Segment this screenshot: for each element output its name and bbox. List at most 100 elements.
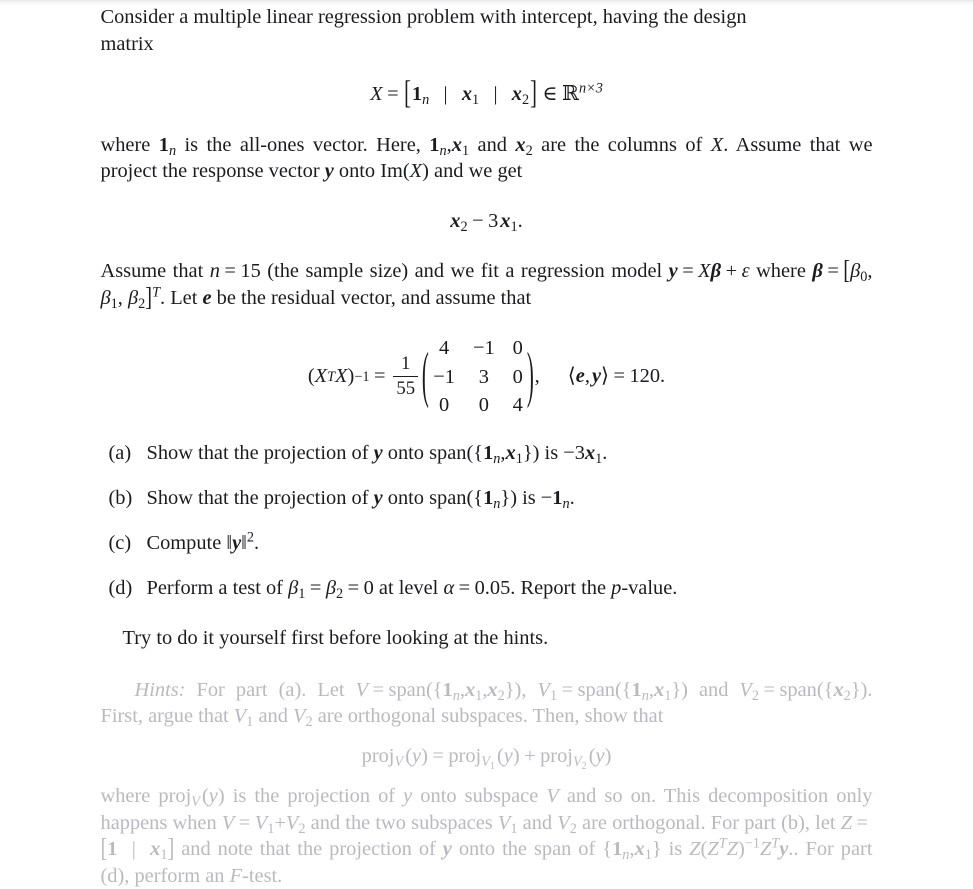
eq2-coef: 3 bbox=[488, 209, 499, 232]
p3-X: X bbox=[698, 260, 711, 282]
hc-bracket-close: ] bbox=[167, 834, 175, 864]
intro-line-1: Consider a multiple linear regression pr… bbox=[100, 6, 747, 28]
proj-sub-V1-base: V bbox=[481, 753, 490, 770]
hc-seg4: onto subspace bbox=[412, 785, 547, 808]
p3-bracket-close: ] bbox=[145, 283, 153, 312]
hc-plus: + bbox=[274, 811, 286, 834]
bracket-close: ] bbox=[530, 76, 537, 111]
fraction-one-over-55: 1 55 bbox=[393, 354, 419, 399]
hints-x1: x bbox=[464, 678, 476, 701]
proj-open-1: ( bbox=[405, 744, 413, 767]
item-d-beta2: β bbox=[325, 576, 336, 599]
hints-eq1: = bbox=[372, 678, 385, 701]
hc-one: 1 bbox=[107, 838, 118, 861]
item-c-seg1: Compute ‖ bbox=[146, 531, 233, 554]
inner-period: . bbox=[660, 365, 666, 388]
matrix-3x3: 4 −1 0 −1 3 0 0 0 4 bbox=[433, 335, 523, 419]
item-a-x-sub: 1 bbox=[515, 450, 523, 467]
hc-V-b: V bbox=[221, 811, 235, 834]
p2-seg6: onto Im( bbox=[333, 160, 410, 182]
hc-ones: 1 bbox=[612, 838, 623, 861]
hc-V: V bbox=[546, 785, 559, 808]
p3-seg4: . Let bbox=[160, 286, 203, 309]
p3-epsilon: ε bbox=[741, 260, 750, 282]
hc-Z5: Z bbox=[759, 838, 772, 861]
hints-label: Hints: bbox=[134, 678, 186, 701]
proj-close-3: ) bbox=[604, 744, 612, 767]
matrix-cell-r1c1: 4 bbox=[439, 337, 450, 359]
hints-closing-paragraph: where projV(y) is the projection of y on… bbox=[100, 785, 873, 887]
document-page: Consider a multiple linear regression pr… bbox=[0, 0, 973, 889]
hints-x2b: x bbox=[833, 678, 844, 701]
list-item-b: (b) Show that the projection of y onto sp… bbox=[101, 485, 873, 511]
hints-span-1: span bbox=[388, 678, 426, 701]
hc-y1: y bbox=[208, 785, 218, 808]
hints-open-1: ({ bbox=[425, 678, 443, 701]
p3-seg5: be the residual vector, and assume that bbox=[211, 286, 532, 309]
hints-close-2: }) bbox=[671, 678, 688, 701]
p2-x1: x bbox=[451, 133, 462, 156]
hints-V1c: V bbox=[233, 705, 247, 728]
col-x1: x bbox=[461, 83, 473, 105]
hc-ztz-close: ) bbox=[737, 838, 745, 861]
p3-eq: = bbox=[224, 260, 236, 282]
bracket-open: [ bbox=[404, 76, 411, 111]
document-body-column: Consider a multiple linear regression pr… bbox=[101, 4, 873, 889]
hints-V2: V bbox=[739, 678, 752, 701]
item-b-res-ones: 1 bbox=[552, 486, 563, 509]
item-b-seg3: }) is bbox=[500, 486, 541, 509]
eq-lhs-X: X bbox=[370, 83, 383, 105]
proj-sub-V1: V1 bbox=[481, 754, 495, 770]
item-d-seg4: -value. bbox=[621, 576, 678, 599]
intro-paragraph: Consider a multiple linear regression pr… bbox=[101, 4, 873, 57]
item-label-a: (a) bbox=[108, 441, 132, 464]
item-a-minus: − bbox=[563, 441, 575, 464]
hc-x: x bbox=[150, 838, 161, 861]
p3-eq2: = bbox=[682, 260, 694, 282]
p2-vec-y: y bbox=[324, 160, 334, 182]
inner-y: y bbox=[591, 365, 602, 388]
hc-proj-sub-V: V bbox=[191, 794, 200, 811]
hints-eq2: = bbox=[561, 678, 574, 701]
col-x2-sub: 2 bbox=[522, 91, 530, 108]
hc-V2: V bbox=[285, 811, 299, 834]
p2-seg7: ) and we get bbox=[422, 160, 523, 182]
eq2-minus: − bbox=[472, 209, 484, 232]
eq2-x2-sub: 2 bbox=[460, 218, 468, 235]
hints-x2b-sub: 2 bbox=[843, 687, 851, 704]
hc-seg9: and note that the projection of bbox=[174, 838, 443, 861]
hints-V2c: V bbox=[293, 705, 306, 728]
p3-beta1: β bbox=[100, 286, 111, 309]
hc-V2b-sub: 2 bbox=[569, 820, 577, 837]
p3-bracket-open: [ bbox=[843, 256, 851, 286]
eq-equals: = bbox=[387, 83, 399, 105]
p2-ones: 1 bbox=[158, 133, 169, 156]
p3-beta1-sub: 1 bbox=[110, 295, 118, 312]
inner-value: 120 bbox=[629, 365, 661, 388]
item-label-b: (b) bbox=[108, 486, 133, 509]
hc-Z3: Z bbox=[707, 838, 719, 861]
list-item-d: (d) Perform a test of β1 = β2 = 0 at level α =… bbox=[101, 575, 873, 601]
real-numbers-symbol: ℝ bbox=[562, 81, 579, 105]
proj-sub-V2-base: V bbox=[572, 753, 582, 770]
item-b-seg1: Show that the projection of bbox=[146, 486, 374, 509]
p3-seg1: Assume that bbox=[100, 260, 210, 282]
inner-e: e bbox=[575, 365, 585, 388]
item-a-res-x: x bbox=[584, 441, 596, 464]
item-a-x: x bbox=[505, 441, 516, 464]
equation-projection-decomposition: projV(y) = projV1(y) + projV2(y) bbox=[101, 744, 873, 771]
hc-x-sub: 1 bbox=[160, 847, 168, 864]
item-d-zero: 0 bbox=[363, 576, 374, 599]
matrix-cell-r2c2: 3 bbox=[478, 365, 489, 388]
inner-equals: = bbox=[613, 365, 625, 388]
p3-y: y bbox=[668, 260, 678, 282]
hints-seg5: are orthogonal subspaces. Then, show tha… bbox=[312, 705, 664, 728]
hints-ones-2: 1 bbox=[631, 678, 642, 701]
eq2-x1: x bbox=[500, 209, 511, 232]
hc-seg8: are orthogonal. For part (b), let bbox=[576, 811, 841, 834]
proj-open-2: ( bbox=[496, 744, 504, 767]
